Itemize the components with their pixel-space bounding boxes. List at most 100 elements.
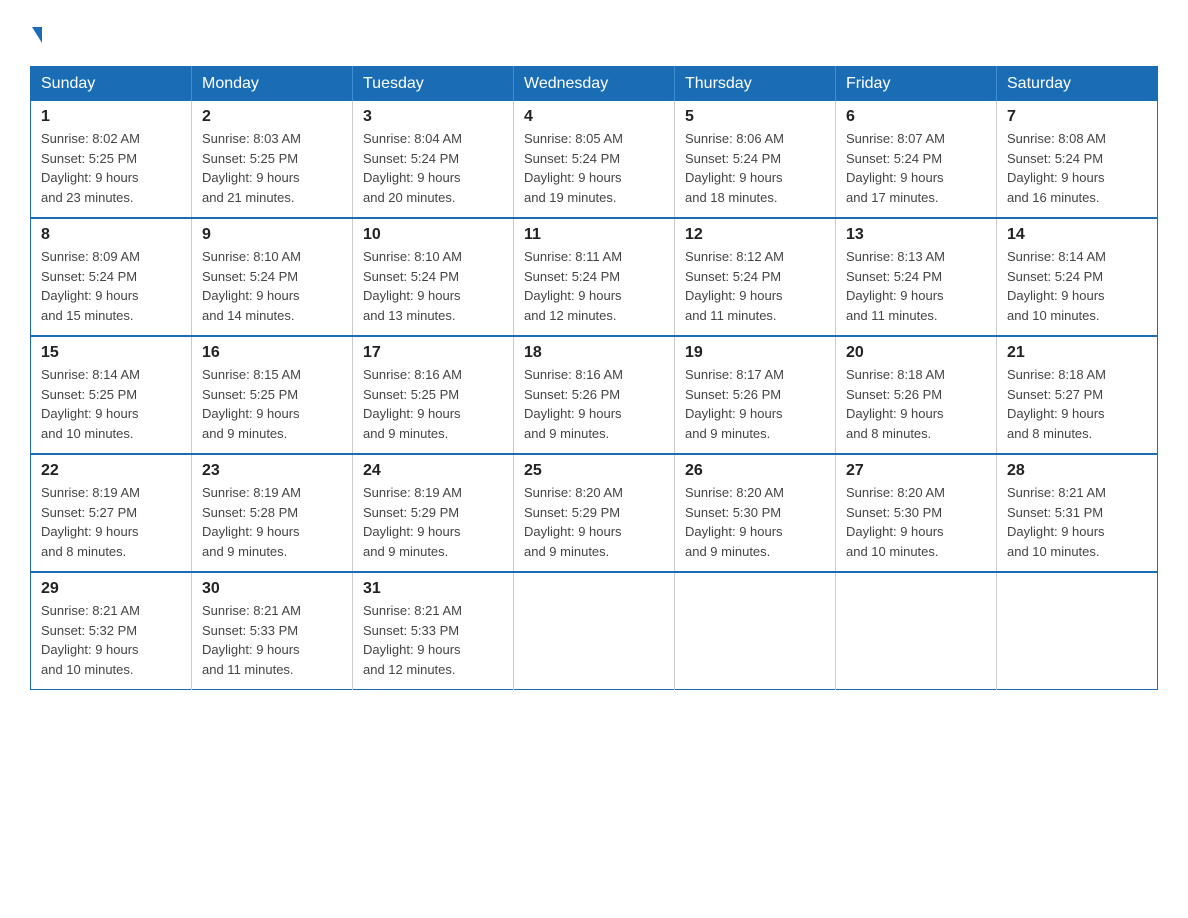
calendar-cell: 28 Sunrise: 8:21 AMSunset: 5:31 PMDaylig… xyxy=(997,454,1158,572)
week-row-2: 8 Sunrise: 8:09 AMSunset: 5:24 PMDayligh… xyxy=(31,218,1158,336)
day-number: 6 xyxy=(846,108,986,126)
day-number: 23 xyxy=(202,462,342,480)
header-thursday: Thursday xyxy=(675,67,836,102)
day-number: 10 xyxy=(363,226,503,244)
day-info: Sunrise: 8:20 AMSunset: 5:30 PMDaylight:… xyxy=(846,485,945,559)
calendar-table: SundayMondayTuesdayWednesdayThursdayFrid… xyxy=(30,66,1158,690)
day-number: 4 xyxy=(524,108,664,126)
day-number: 18 xyxy=(524,344,664,362)
day-info: Sunrise: 8:07 AMSunset: 5:24 PMDaylight:… xyxy=(846,131,945,205)
calendar-cell xyxy=(997,572,1158,690)
calendar-cell: 30 Sunrise: 8:21 AMSunset: 5:33 PMDaylig… xyxy=(192,572,353,690)
calendar-cell: 22 Sunrise: 8:19 AMSunset: 5:27 PMDaylig… xyxy=(31,454,192,572)
calendar-cell: 8 Sunrise: 8:09 AMSunset: 5:24 PMDayligh… xyxy=(31,218,192,336)
calendar-cell: 18 Sunrise: 8:16 AMSunset: 5:26 PMDaylig… xyxy=(514,336,675,454)
logo-general-line xyxy=(30,20,42,48)
calendar-cell: 19 Sunrise: 8:17 AMSunset: 5:26 PMDaylig… xyxy=(675,336,836,454)
day-number: 5 xyxy=(685,108,825,126)
day-number: 21 xyxy=(1007,344,1147,362)
calendar-cell: 16 Sunrise: 8:15 AMSunset: 5:25 PMDaylig… xyxy=(192,336,353,454)
day-number: 20 xyxy=(846,344,986,362)
day-info: Sunrise: 8:19 AMSunset: 5:29 PMDaylight:… xyxy=(363,485,462,559)
day-number: 31 xyxy=(363,580,503,598)
day-info: Sunrise: 8:10 AMSunset: 5:24 PMDaylight:… xyxy=(363,249,462,323)
day-info: Sunrise: 8:18 AMSunset: 5:26 PMDaylight:… xyxy=(846,367,945,441)
calendar-cell: 17 Sunrise: 8:16 AMSunset: 5:25 PMDaylig… xyxy=(353,336,514,454)
day-info: Sunrise: 8:03 AMSunset: 5:25 PMDaylight:… xyxy=(202,131,301,205)
day-number: 3 xyxy=(363,108,503,126)
day-info: Sunrise: 8:13 AMSunset: 5:24 PMDaylight:… xyxy=(846,249,945,323)
calendar-cell: 25 Sunrise: 8:20 AMSunset: 5:29 PMDaylig… xyxy=(514,454,675,572)
day-number: 29 xyxy=(41,580,181,598)
day-info: Sunrise: 8:05 AMSunset: 5:24 PMDaylight:… xyxy=(524,131,623,205)
calendar-cell xyxy=(514,572,675,690)
calendar-cell xyxy=(675,572,836,690)
calendar-cell: 9 Sunrise: 8:10 AMSunset: 5:24 PMDayligh… xyxy=(192,218,353,336)
day-number: 22 xyxy=(41,462,181,480)
calendar-cell: 29 Sunrise: 8:21 AMSunset: 5:32 PMDaylig… xyxy=(31,572,192,690)
day-info: Sunrise: 8:12 AMSunset: 5:24 PMDaylight:… xyxy=(685,249,784,323)
week-row-4: 22 Sunrise: 8:19 AMSunset: 5:27 PMDaylig… xyxy=(31,454,1158,572)
calendar-cell: 31 Sunrise: 8:21 AMSunset: 5:33 PMDaylig… xyxy=(353,572,514,690)
calendar-cell: 20 Sunrise: 8:18 AMSunset: 5:26 PMDaylig… xyxy=(836,336,997,454)
header-wednesday: Wednesday xyxy=(514,67,675,102)
day-number: 15 xyxy=(41,344,181,362)
day-number: 14 xyxy=(1007,226,1147,244)
calendar-cell: 10 Sunrise: 8:10 AMSunset: 5:24 PMDaylig… xyxy=(353,218,514,336)
day-info: Sunrise: 8:21 AMSunset: 5:31 PMDaylight:… xyxy=(1007,485,1106,559)
day-number: 2 xyxy=(202,108,342,126)
week-row-3: 15 Sunrise: 8:14 AMSunset: 5:25 PMDaylig… xyxy=(31,336,1158,454)
day-number: 19 xyxy=(685,344,825,362)
day-number: 7 xyxy=(1007,108,1147,126)
calendar-cell: 14 Sunrise: 8:14 AMSunset: 5:24 PMDaylig… xyxy=(997,218,1158,336)
day-number: 30 xyxy=(202,580,342,598)
day-number: 8 xyxy=(41,226,181,244)
day-info: Sunrise: 8:14 AMSunset: 5:24 PMDaylight:… xyxy=(1007,249,1106,323)
day-number: 12 xyxy=(685,226,825,244)
day-number: 24 xyxy=(363,462,503,480)
calendar-cell: 21 Sunrise: 8:18 AMSunset: 5:27 PMDaylig… xyxy=(997,336,1158,454)
week-row-1: 1 Sunrise: 8:02 AMSunset: 5:25 PMDayligh… xyxy=(31,101,1158,218)
day-info: Sunrise: 8:11 AMSunset: 5:24 PMDaylight:… xyxy=(524,249,622,323)
calendar-cell: 1 Sunrise: 8:02 AMSunset: 5:25 PMDayligh… xyxy=(31,101,192,218)
day-number: 16 xyxy=(202,344,342,362)
logo xyxy=(30,20,42,48)
calendar-cell: 6 Sunrise: 8:07 AMSunset: 5:24 PMDayligh… xyxy=(836,101,997,218)
header-sunday: Sunday xyxy=(31,67,192,102)
day-info: Sunrise: 8:06 AMSunset: 5:24 PMDaylight:… xyxy=(685,131,784,205)
day-info: Sunrise: 8:18 AMSunset: 5:27 PMDaylight:… xyxy=(1007,367,1106,441)
calendar-cell: 5 Sunrise: 8:06 AMSunset: 5:24 PMDayligh… xyxy=(675,101,836,218)
calendar-cell: 7 Sunrise: 8:08 AMSunset: 5:24 PMDayligh… xyxy=(997,101,1158,218)
logo-triangle-icon xyxy=(32,27,42,43)
day-info: Sunrise: 8:19 AMSunset: 5:28 PMDaylight:… xyxy=(202,485,301,559)
day-info: Sunrise: 8:19 AMSunset: 5:27 PMDaylight:… xyxy=(41,485,140,559)
day-info: Sunrise: 8:15 AMSunset: 5:25 PMDaylight:… xyxy=(202,367,301,441)
day-info: Sunrise: 8:04 AMSunset: 5:24 PMDaylight:… xyxy=(363,131,462,205)
day-info: Sunrise: 8:20 AMSunset: 5:29 PMDaylight:… xyxy=(524,485,623,559)
day-info: Sunrise: 8:16 AMSunset: 5:26 PMDaylight:… xyxy=(524,367,623,441)
calendar-cell xyxy=(836,572,997,690)
day-number: 27 xyxy=(846,462,986,480)
day-number: 1 xyxy=(41,108,181,126)
day-info: Sunrise: 8:17 AMSunset: 5:26 PMDaylight:… xyxy=(685,367,784,441)
day-number: 9 xyxy=(202,226,342,244)
page-header xyxy=(30,20,1158,48)
day-info: Sunrise: 8:16 AMSunset: 5:25 PMDaylight:… xyxy=(363,367,462,441)
header-tuesday: Tuesday xyxy=(353,67,514,102)
day-info: Sunrise: 8:02 AMSunset: 5:25 PMDaylight:… xyxy=(41,131,140,205)
day-number: 13 xyxy=(846,226,986,244)
calendar-cell: 26 Sunrise: 8:20 AMSunset: 5:30 PMDaylig… xyxy=(675,454,836,572)
header-monday: Monday xyxy=(192,67,353,102)
calendar-cell: 3 Sunrise: 8:04 AMSunset: 5:24 PMDayligh… xyxy=(353,101,514,218)
day-info: Sunrise: 8:09 AMSunset: 5:24 PMDaylight:… xyxy=(41,249,140,323)
day-number: 17 xyxy=(363,344,503,362)
day-info: Sunrise: 8:10 AMSunset: 5:24 PMDaylight:… xyxy=(202,249,301,323)
header-saturday: Saturday xyxy=(997,67,1158,102)
header-friday: Friday xyxy=(836,67,997,102)
calendar-cell: 11 Sunrise: 8:11 AMSunset: 5:24 PMDaylig… xyxy=(514,218,675,336)
day-info: Sunrise: 8:20 AMSunset: 5:30 PMDaylight:… xyxy=(685,485,784,559)
days-header-row: SundayMondayTuesdayWednesdayThursdayFrid… xyxy=(31,67,1158,102)
day-number: 11 xyxy=(524,226,664,244)
day-number: 28 xyxy=(1007,462,1147,480)
calendar-cell: 2 Sunrise: 8:03 AMSunset: 5:25 PMDayligh… xyxy=(192,101,353,218)
